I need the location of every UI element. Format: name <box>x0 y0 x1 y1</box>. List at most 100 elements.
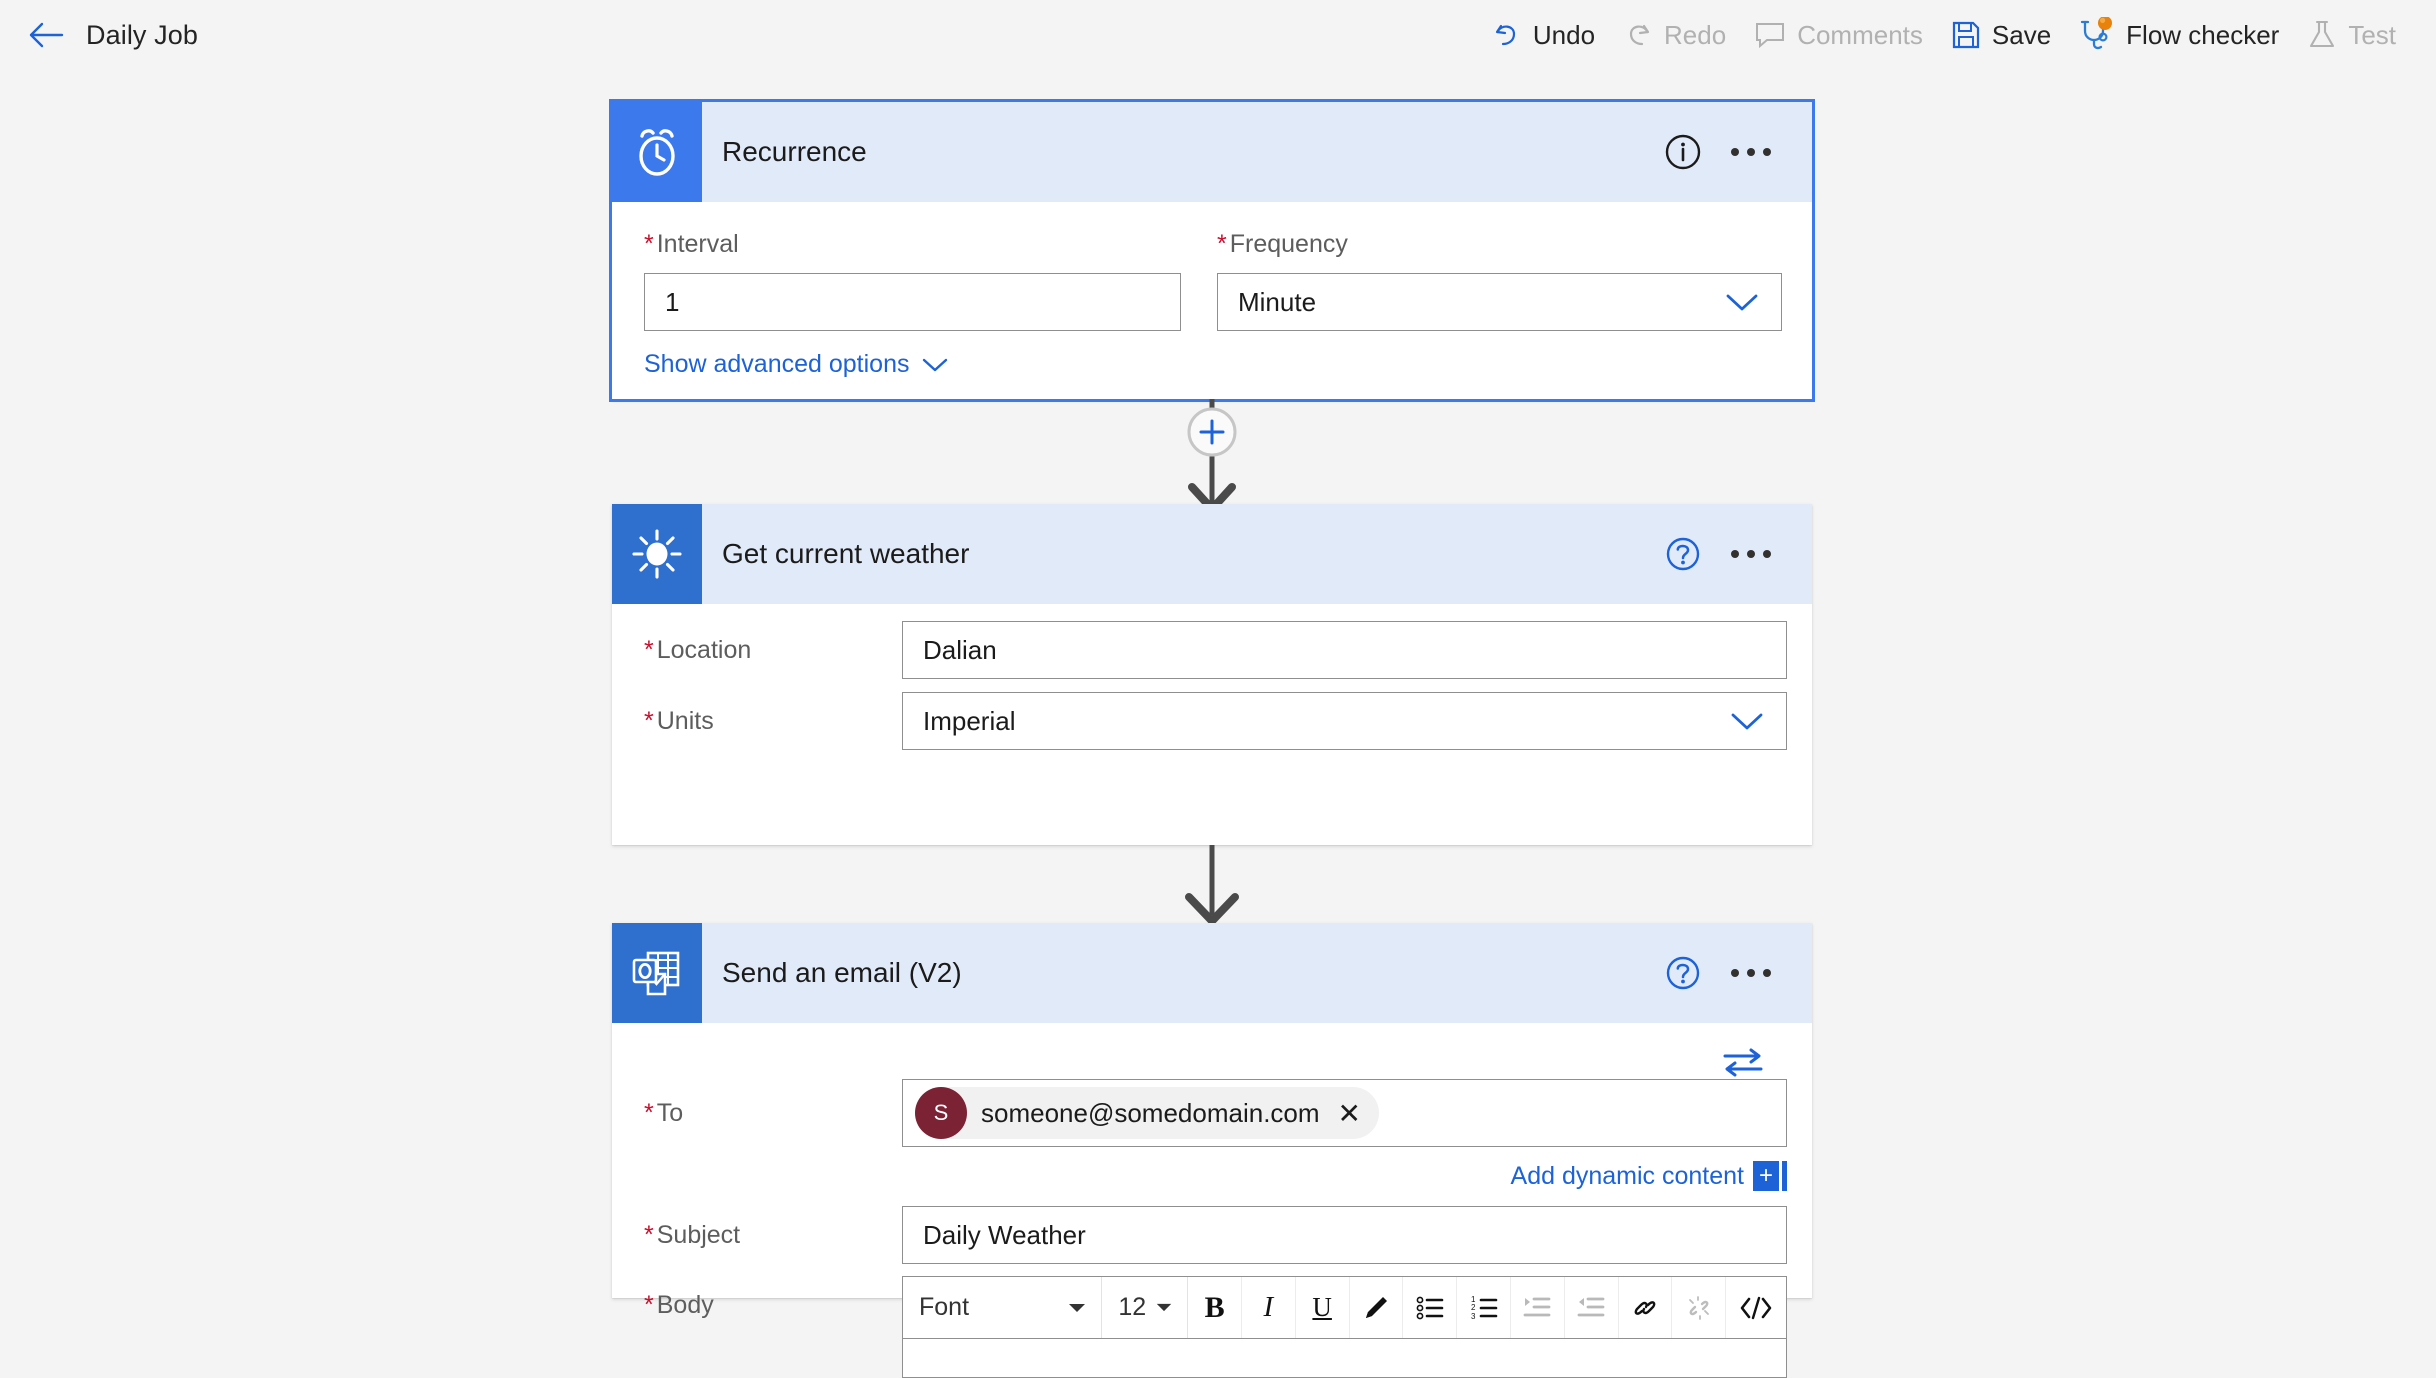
outlook-icon <box>612 923 702 1023</box>
underline-icon[interactable]: U <box>1295 1277 1350 1338</box>
bold-icon[interactable]: B <box>1188 1277 1242 1338</box>
redo-icon <box>1623 20 1653 50</box>
subject-input[interactable]: Daily Weather <box>902 1206 1787 1264</box>
sun-icon <box>612 504 702 604</box>
field-label-units: * Units <box>644 707 714 735</box>
field-label-interval: * Interval <box>644 230 739 258</box>
step-card-get-current-weather[interactable]: Get current weather * Location Dalian * … <box>612 504 1812 845</box>
required-asterisk: * <box>644 230 654 258</box>
font-size-select[interactable]: 12 <box>1102 1277 1189 1338</box>
page-title: Daily Job <box>86 19 198 50</box>
save-label: Save <box>1991 19 2052 50</box>
avatar: S <box>915 1087 967 1139</box>
field-label-location: * Location <box>644 636 752 664</box>
required-asterisk: * <box>644 636 654 664</box>
back-button[interactable] <box>24 13 68 57</box>
highlighter-pen-icon[interactable] <box>1349 1277 1404 1338</box>
italic-icon[interactable]: I <box>1241 1277 1296 1338</box>
code-view-icon[interactable] <box>1726 1277 1786 1338</box>
bulleted-list-icon[interactable] <box>1403 1277 1458 1338</box>
field-frequency: * Frequency Minute <box>1217 230 1782 331</box>
flow-checker-button[interactable]: Flow checker <box>2065 0 2293 70</box>
unlink-icon[interactable] <box>1672 1277 1727 1338</box>
indent-decrease-icon[interactable] <box>1564 1277 1619 1338</box>
help-icon[interactable] <box>1654 944 1712 1002</box>
step-header-actions-recurrence <box>1654 123 1790 181</box>
add-step-button[interactable] <box>1189 409 1235 455</box>
frequency-value: Minute <box>1238 286 1317 317</box>
chevron-down-icon <box>1726 294 1758 311</box>
connector-weather-to-email <box>0 845 2436 925</box>
test-label: Test <box>2348 19 2396 50</box>
show-advanced-options-link[interactable]: Show advanced options <box>644 350 949 379</box>
svg-text:3: 3 <box>1471 1312 1476 1321</box>
required-asterisk: * <box>1217 230 1227 258</box>
font-size-value: 12 <box>1118 1293 1147 1321</box>
add-dynamic-content-link[interactable]: Add dynamic content <box>1511 1162 1744 1191</box>
more-options-icon[interactable] <box>1712 944 1790 1002</box>
bold-glyph: B <box>1204 1290 1225 1324</box>
step-header-email[interactable]: Send an email (V2) <box>612 923 1812 1023</box>
font-family-select[interactable]: Font <box>903 1277 1103 1338</box>
numbered-list-icon[interactable]: 1 2 3 <box>1457 1277 1511 1338</box>
units-dropdown[interactable]: Imperial <box>902 692 1787 750</box>
app-top-bar: Daily Job Undo Redo Comments Save Flow c… <box>0 0 2436 70</box>
link-icon[interactable] <box>1618 1277 1673 1338</box>
comments-label: Comments <box>1797 19 1923 50</box>
step-card-send-an-email[interactable]: Send an email (V2) * To S someone@somedo… <box>612 923 1812 1378</box>
body-editor[interactable] <box>902 1338 1787 1378</box>
help-icon[interactable] <box>1654 525 1712 583</box>
undo-icon <box>1492 20 1522 50</box>
required-asterisk: * <box>644 1221 654 1249</box>
more-options-icon[interactable] <box>1712 525 1790 583</box>
plus-icon <box>1199 419 1225 445</box>
location-value: Dalian <box>923 634 997 665</box>
field-label-subject: * Subject <box>644 1221 741 1249</box>
save-icon <box>1951 20 1981 50</box>
undo-label: Undo <box>1532 19 1596 50</box>
more-options-icon[interactable] <box>1712 123 1790 181</box>
comment-icon <box>1754 20 1786 50</box>
field-label-to: * To <box>644 1099 684 1127</box>
step-header-actions-email <box>1654 944 1790 1002</box>
close-icon[interactable]: ✕ <box>1338 1097 1371 1130</box>
svg-text:2: 2 <box>1471 1303 1476 1312</box>
to-input[interactable]: S someone@somedomain.com ✕ <box>902 1079 1787 1147</box>
step-title-email: Send an email (V2) <box>722 957 962 988</box>
chevron-down-icon <box>923 358 948 371</box>
redo-button[interactable]: Redo <box>1609 0 1740 70</box>
test-button[interactable]: Test <box>2293 0 2410 70</box>
add-dynamic-content-plus-icon[interactable]: + <box>1753 1161 1779 1191</box>
frequency-dropdown[interactable]: Minute <box>1217 273 1782 331</box>
arrow-left-icon <box>29 22 64 48</box>
required-asterisk: * <box>644 1291 654 1319</box>
undo-button[interactable]: Undo <box>1478 0 1609 70</box>
step-title-recurrence: Recurrence <box>722 136 867 167</box>
save-button[interactable]: Save <box>1937 0 2065 70</box>
interval-value: 1 <box>665 286 680 317</box>
chevron-down-icon <box>1156 1303 1172 1312</box>
redo-label: Redo <box>1664 19 1727 50</box>
info-icon[interactable] <box>1654 123 1712 181</box>
interval-input[interactable]: 1 <box>644 273 1181 331</box>
required-asterisk: * <box>644 707 654 735</box>
flow-checker-label: Flow checker <box>2126 19 2280 50</box>
location-input[interactable]: Dalian <box>902 621 1787 679</box>
required-asterisk: * <box>644 1099 654 1127</box>
step-card-recurrence[interactable]: Recurrence * Interval 1 * Frequency Minu… <box>609 99 1815 402</box>
font-family-value: Font <box>919 1293 970 1321</box>
units-value: Imperial <box>923 705 1016 736</box>
indent-increase-icon[interactable] <box>1510 1277 1565 1338</box>
step-title-weather: Get current weather <box>722 538 970 569</box>
step-header-weather[interactable]: Get current weather <box>612 504 1812 604</box>
rich-text-toolbar: Font 12 B I U 1 2 3 <box>902 1276 1787 1338</box>
recipient-chip[interactable]: S someone@somedomain.com ✕ <box>915 1087 1380 1139</box>
underline-glyph: U <box>1312 1292 1332 1322</box>
add-dynamic-content-bar <box>1782 1161 1787 1191</box>
italic-glyph: I <box>1263 1291 1274 1323</box>
command-toolbar: Undo Redo Comments Save Flow checker Tes… <box>1478 0 2410 70</box>
chevron-down-icon <box>1069 1303 1086 1312</box>
step-header-recurrence[interactable]: Recurrence <box>612 102 1812 202</box>
comments-button[interactable]: Comments <box>1740 0 1937 70</box>
add-dynamic-content-row: Add dynamic content + <box>902 1161 1787 1191</box>
